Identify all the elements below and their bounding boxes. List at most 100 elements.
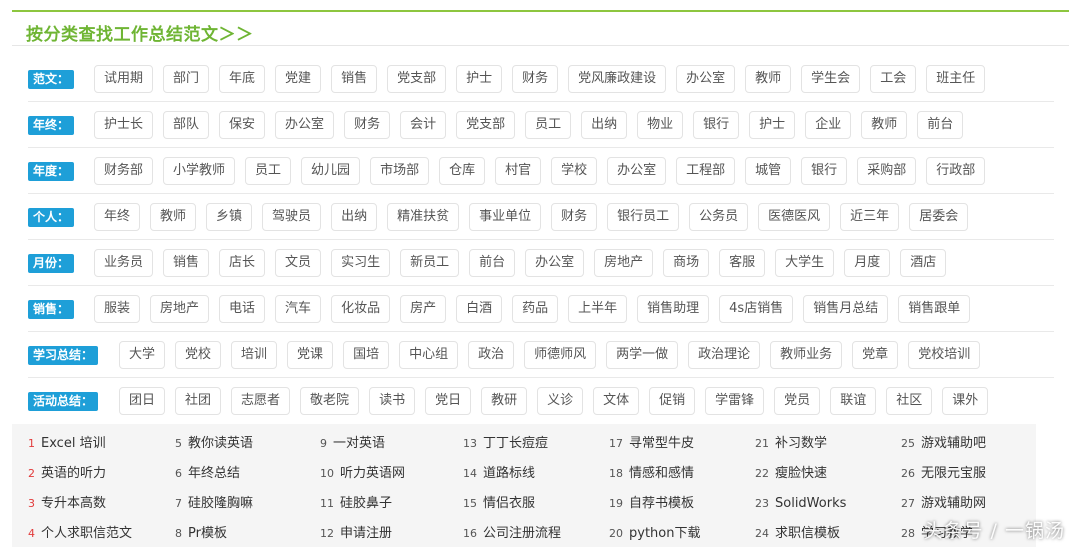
category-tag[interactable]: 学雷锋 [705,387,765,415]
hot-list-item[interactable]: 22 瘦脸快速 [755,459,846,489]
hot-list-link[interactable]: 游戏辅助网 [921,496,986,511]
category-tag[interactable]: 事业单位 [469,203,542,231]
category-tag[interactable]: 财务部 [94,157,154,185]
hot-list-item[interactable]: 20 python下载 [609,519,700,547]
category-tag[interactable]: 医德医风 [758,203,831,231]
category-tag[interactable]: 社团 [175,387,222,415]
category-tag[interactable]: 房产 [400,295,447,323]
category-tag[interactable]: 银行员工 [607,203,680,231]
category-tag[interactable]: 党校培训 [908,341,981,369]
hot-list-link[interactable]: 英语的听力 [41,466,106,481]
hot-list-item[interactable]: 10 听力英语网 [320,459,405,489]
hot-list-item[interactable]: 9 一对英语 [320,429,405,459]
category-tag[interactable]: 商场 [663,249,710,277]
category-tag[interactable]: 采购部 [857,157,917,185]
category-tag[interactable]: 4s店销售 [719,295,794,323]
category-tag[interactable]: 乡镇 [206,203,253,231]
category-tag[interactable]: 党支部 [456,111,516,139]
category-tag[interactable]: 市场部 [370,157,430,185]
hot-list-link[interactable]: 自荐书模板 [629,496,694,511]
hot-list-link[interactable]: Excel 培训 [41,436,106,451]
hot-list-link[interactable]: 学习教学 [921,526,973,541]
hot-list-link[interactable]: 年终总结 [188,466,240,481]
category-tag[interactable]: 政治 [468,341,515,369]
hot-list-link[interactable]: 硅胶隆胸嘛 [188,496,253,511]
category-tag[interactable]: 公务员 [689,203,749,231]
category-tag[interactable]: 党支部 [387,65,447,93]
category-tag[interactable]: 企业 [805,111,852,139]
category-tag[interactable]: 近三年 [840,203,900,231]
category-tag[interactable]: 员工 [525,111,572,139]
hot-list-link[interactable]: 寻常型牛皮 [629,436,694,451]
category-tag[interactable]: 居委会 [909,203,969,231]
category-tag[interactable]: 政治理论 [688,341,761,369]
category-tag[interactable]: 销售 [163,249,210,277]
category-tag[interactable]: 上半年 [568,295,628,323]
category-tag[interactable]: 文员 [275,249,322,277]
category-tag[interactable]: 幼儿园 [301,157,361,185]
category-tag[interactable]: 大学 [119,341,166,369]
hot-list-item[interactable]: 18 情感和感情 [609,459,700,489]
category-tag[interactable]: 两学一做 [606,341,679,369]
category-tag[interactable]: 房地产 [594,249,654,277]
category-tag[interactable]: 大学生 [775,249,835,277]
hot-list-item[interactable]: 2 英语的听力 [28,459,132,489]
category-tag[interactable]: 销售助理 [637,295,710,323]
category-tag[interactable]: 中心组 [399,341,459,369]
category-tag[interactable]: 新员工 [400,249,460,277]
category-tag[interactable]: 销售 [331,65,378,93]
hot-list-item[interactable]: 19 自荐书模板 [609,489,700,519]
category-tag[interactable]: 党校 [175,341,222,369]
hot-list-item[interactable]: 26 无限元宝服 [901,459,986,489]
category-tag[interactable]: 义诊 [537,387,584,415]
hot-list-item[interactable]: 6 年终总结 [175,459,253,489]
category-tag[interactable]: 化妆品 [331,295,391,323]
hot-list-item[interactable]: 1 Excel 培训 [28,429,132,459]
category-tag[interactable]: 部门 [163,65,210,93]
hot-list-item[interactable]: 23 SolidWorks [755,489,846,519]
category-tag[interactable]: 护士长 [94,111,154,139]
hot-list-link[interactable]: 情感和感情 [629,466,694,481]
category-tag[interactable]: 精准扶贫 [387,203,460,231]
category-tag[interactable]: 党章 [852,341,899,369]
category-tag[interactable]: 财务 [344,111,391,139]
category-tag[interactable]: 仓库 [439,157,486,185]
hot-list-link[interactable]: 申请注册 [340,526,392,541]
category-tag[interactable]: 教师业务 [770,341,843,369]
hot-list-item[interactable]: 16 公司注册流程 [463,519,561,547]
hot-list-link[interactable]: python下载 [629,526,700,541]
category-tag[interactable]: 敬老院 [300,387,360,415]
category-tag[interactable]: 教师 [150,203,197,231]
hot-list-link[interactable]: 个人求职信范文 [41,526,132,541]
category-tag[interactable]: 汽车 [275,295,322,323]
category-tag[interactable]: 员工 [245,157,292,185]
category-tag[interactable]: 护士 [749,111,796,139]
hot-list-link[interactable]: SolidWorks [775,496,846,511]
hot-list-link[interactable]: 无限元宝服 [921,466,986,481]
hot-list-link[interactable]: Pr模板 [188,526,227,541]
category-tag[interactable]: 党课 [287,341,334,369]
hot-list-item[interactable]: 17 寻常型牛皮 [609,429,700,459]
category-tag[interactable]: 教师 [861,111,908,139]
hot-list-item[interactable]: 11 硅胶鼻子 [320,489,405,519]
category-tag[interactable]: 物业 [637,111,684,139]
hot-list-link[interactable]: 硅胶鼻子 [340,496,392,511]
category-tag[interactable]: 保安 [219,111,266,139]
category-tag[interactable]: 办公室 [525,249,585,277]
hot-list-link[interactable]: 求职信模板 [775,526,840,541]
hot-list-link[interactable]: 教你读英语 [188,436,253,451]
hot-list-link[interactable]: 补习数学 [775,436,827,451]
hot-list-link[interactable]: 游戏辅助吧 [921,436,986,451]
hot-list-link[interactable]: 道路标线 [483,466,535,481]
hot-list-item[interactable]: 13 丁丁长痘痘 [463,429,561,459]
hot-list-link[interactable]: 情侣衣服 [483,496,535,511]
hot-list-link[interactable]: 一对英语 [333,436,385,451]
category-tag[interactable]: 白酒 [456,295,503,323]
category-tag[interactable]: 工程部 [676,157,736,185]
category-tag[interactable]: 国培 [343,341,390,369]
category-tag[interactable]: 前台 [917,111,964,139]
hot-list-item[interactable]: 4 个人求职信范文 [28,519,132,547]
category-tag[interactable]: 电话 [219,295,266,323]
category-tag[interactable]: 出纳 [331,203,378,231]
category-tag[interactable]: 办公室 [607,157,667,185]
